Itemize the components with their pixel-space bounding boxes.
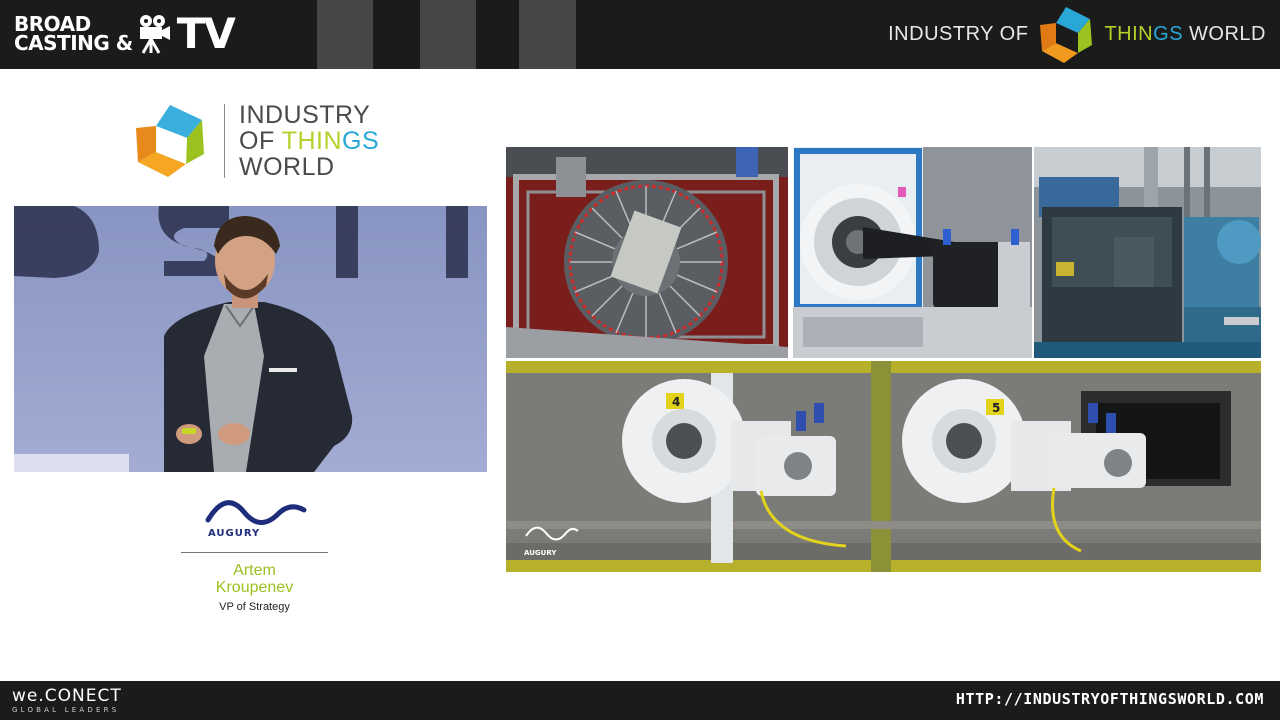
speaker-title: VP of Strategy bbox=[219, 601, 290, 613]
iotw-top-suffix: WORLD bbox=[1189, 23, 1266, 45]
iotw-top-logo: INDUSTRY OF THINGS WORLD bbox=[888, 0, 1266, 69]
event-logo-name: INDUSTRY OF THINGS WORLD bbox=[239, 102, 379, 180]
broadcasting-tv-logo: BROAD CASTING & TV bbox=[14, 9, 236, 58]
iotw-top-things-a: THIN bbox=[1104, 23, 1154, 45]
weconect-logo: we.CONECT GLOBAL LEADERS bbox=[12, 687, 122, 714]
speaker-first-name: Artem bbox=[233, 562, 276, 579]
banner-block-2 bbox=[420, 0, 476, 69]
broadcasting-text: BROAD CASTING & bbox=[14, 14, 133, 55]
bottom-banner: we.CONECT GLOBAL LEADERS HTTP://INDUSTRY… bbox=[0, 681, 1280, 720]
augury-watermark: AUGURY bbox=[524, 549, 557, 557]
iotw-top-things-b: GS bbox=[1153, 23, 1184, 45]
banner-block-3 bbox=[519, 0, 576, 69]
speaker-name: Artem Kroupenev bbox=[181, 562, 328, 596]
slide-photo-pump-room bbox=[1034, 147, 1261, 358]
event-url: HTTP://INDUSTRYOFTHINGSWORLD.COM bbox=[955, 690, 1264, 708]
banner-block-1 bbox=[317, 0, 373, 69]
speaker-video-feed bbox=[14, 206, 487, 472]
event-logo-of: OF bbox=[239, 127, 282, 155]
film-camera-icon bbox=[139, 15, 170, 54]
iotw-top-prefix: INDUSTRY OF bbox=[888, 23, 1029, 45]
event-logo-line1: INDUSTRY bbox=[239, 101, 371, 129]
iotw-cube-icon bbox=[1040, 6, 1093, 63]
augury-logo-text: AUGURY bbox=[208, 528, 260, 539]
event-logo-line3: WORLD bbox=[239, 153, 335, 181]
iotw-top-things: THINGS bbox=[1104, 23, 1183, 46]
augury-logo: AUGURY bbox=[205, 500, 307, 539]
event-logo-line2: OF THINGS bbox=[239, 128, 379, 154]
event-logo-divider bbox=[224, 104, 225, 178]
top-banner: BROAD CASTING & TV INDUSTRY OF THINGS WO… bbox=[0, 0, 1280, 69]
slide-photo-industrial-wheel bbox=[506, 147, 788, 358]
weconect-brand: we.CONECT bbox=[12, 686, 122, 706]
motor-5-label: 5 bbox=[992, 401, 1000, 415]
iotw-cube-logo-icon bbox=[136, 105, 204, 177]
event-logo-thin: THIN bbox=[281, 127, 343, 155]
presentation-slide: 4 5 AUGURY bbox=[506, 147, 1261, 572]
motor-4-label: 4 bbox=[672, 395, 680, 409]
speaker-video-image bbox=[14, 206, 487, 472]
iotw-event-logo: INDUSTRY OF THINGS WORLD bbox=[132, 100, 382, 182]
slide-photo-two-motors: 4 5 AUGURY bbox=[506, 361, 1261, 572]
speaker-divider bbox=[181, 552, 328, 553]
slide-photo-fan-motor bbox=[793, 147, 1032, 358]
tv-text: TV bbox=[176, 9, 236, 58]
event-logo-gs: GS bbox=[342, 127, 380, 155]
weconect-tagline: GLOBAL LEADERS bbox=[12, 706, 120, 714]
broadcasting-line2: CASTING & bbox=[14, 31, 133, 55]
speaker-last-name: Kroupenev bbox=[215, 579, 294, 596]
